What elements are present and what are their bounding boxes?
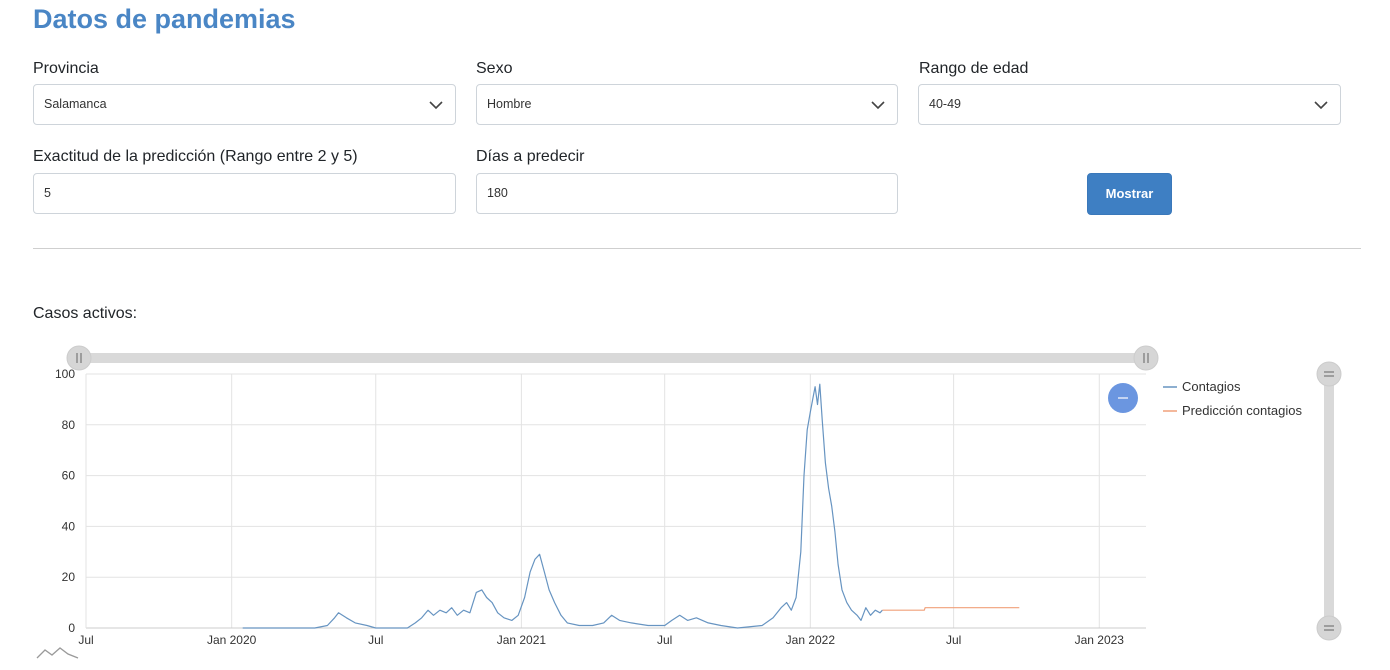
chevron-down-icon (429, 101, 443, 110)
y-tick-label: 100 (55, 367, 75, 381)
sexo-select[interactable]: Hombre (476, 84, 898, 125)
provincia-value: Salamanca (44, 97, 107, 111)
chart-logo-icon (36, 647, 79, 659)
exactitud-input[interactable]: 5 (33, 173, 456, 214)
dias-input[interactable]: 180 (476, 173, 898, 214)
chevron-down-icon (871, 101, 885, 110)
x-tick-label: Jan 2020 (207, 633, 257, 647)
x-tick-label: Jul (368, 633, 383, 647)
dias-value: 180 (487, 186, 508, 200)
y-tick-label: 80 (62, 418, 76, 432)
x-scrollbar-track[interactable] (79, 353, 1146, 363)
edad-select[interactable]: 40-49 (918, 84, 1341, 125)
legend-label: Predicción contagios (1182, 403, 1302, 418)
x-tick-label: Jan 2021 (497, 633, 547, 647)
page-title: Datos de pandemias (33, 4, 296, 34)
y-tick-label: 60 (62, 469, 76, 483)
x-scrollbar-end-grip[interactable] (1133, 345, 1159, 371)
mostrar-button[interactable]: Mostrar (1087, 173, 1172, 215)
y-scrollbar-track[interactable] (1324, 374, 1334, 628)
exactitud-label: Exactitud de la predicción (Rango entre … (33, 148, 358, 165)
active-cases-chart: 0 20 40 60 80 100 Jul Jan 2020 Jul Jan 2021 Jul Jan… (36, 345, 1342, 659)
y-tick-label: 40 (62, 519, 76, 533)
exactitud-value: 5 (44, 186, 51, 200)
sexo-value: Hombre (487, 97, 532, 111)
divider (33, 248, 1361, 249)
chevron-down-icon (1314, 101, 1328, 110)
sexo-label: Sexo (476, 60, 513, 77)
legend-label: Contagios (1182, 379, 1241, 394)
x-tick-label: Jul (657, 633, 672, 647)
x-tick-label: Jul (946, 633, 961, 647)
section-label: Casos activos: (33, 305, 138, 322)
legend-item[interactable]: Predicción contagios (1163, 403, 1302, 418)
series-line-prediccion (882, 607, 1020, 611)
edad-label: Rango de edad (919, 60, 1029, 77)
y-tick-label: 0 (68, 621, 75, 635)
x-tick-label: Jan 2023 (1075, 633, 1125, 647)
y-scrollbar-bottom-grip[interactable] (1316, 615, 1342, 641)
x-tick-label: Jan 2022 (786, 633, 836, 647)
edad-value: 40-49 (929, 97, 961, 111)
series-line-contagios (242, 383, 883, 629)
dias-label: Días a predecir (476, 148, 585, 165)
y-scrollbar-top-grip[interactable] (1316, 361, 1342, 387)
zoom-out-button[interactable] (1108, 383, 1138, 413)
legend-item[interactable]: Contagios (1163, 379, 1241, 394)
provincia-label: Provincia (33, 60, 99, 77)
x-tick-label: Jul (78, 633, 93, 647)
y-tick-label: 20 (62, 570, 76, 584)
provincia-select[interactable]: Salamanca (33, 84, 456, 125)
